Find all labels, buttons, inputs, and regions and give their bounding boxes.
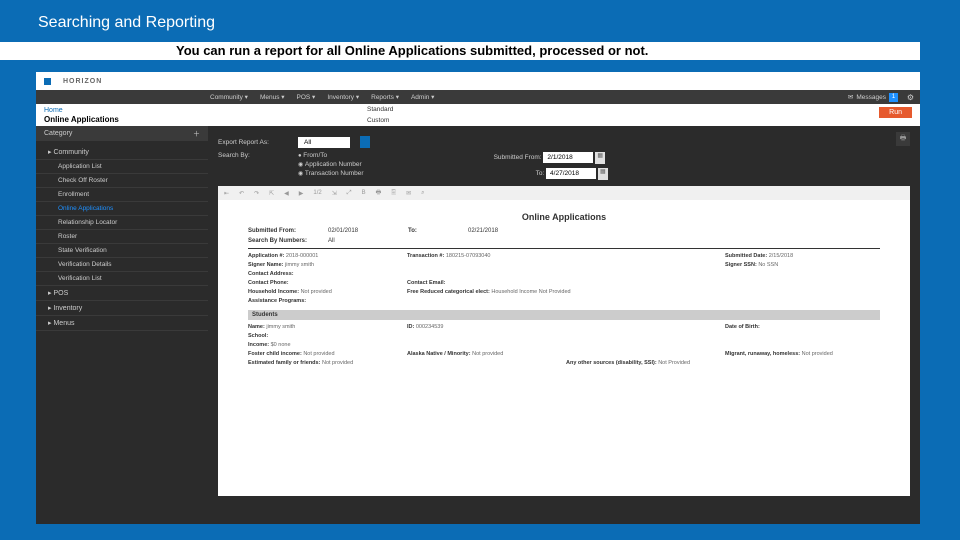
tb-search-icon[interactable]: ⌕ [421,190,424,197]
sidebar-item-menus[interactable]: ▸ Menus [36,316,208,331]
breadcrumb-home[interactable]: Home [44,107,63,114]
report-toolbar: ⇤ ↶ ↷ ⇱ ◀ ▶ 1/2 ⇲ ⤢ B 🖶 🖺 ✉ ⌕ [218,186,910,200]
tb-redo-icon[interactable]: ↷ [254,190,259,197]
tb-bold-icon[interactable]: B [362,190,366,196]
gear-icon[interactable]: ⚙ [907,93,914,102]
calendar-icon[interactable]: ▦ [595,152,605,164]
chevron-down-icon[interactable] [360,136,370,148]
main-menu: Community ▾ Menus ▾ POS ▾ Inventory ▾ Re… [36,90,920,104]
tb-begin-icon[interactable]: ⇱ [269,190,274,197]
breadcrumb-bar: Home Online Applications Run [36,104,920,126]
radio-trans-number[interactable]: Transaction Number [298,170,364,177]
radio-app-number[interactable]: Application Number [298,161,364,168]
export-select[interactable]: All [298,137,350,148]
tb-fullscreen-icon[interactable]: ⤢ [347,190,352,197]
content-pane: 🖶 Export Report As: All Search By: From/… [208,126,920,524]
tb-end-icon[interactable]: ⇲ [332,190,337,197]
sidebar-item-state-verification[interactable]: State Verification [36,244,208,258]
tb-print-icon[interactable]: 🖶 [376,188,382,198]
tb-first-icon[interactable]: ⇤ [224,190,229,197]
sidebar-item-online-applications[interactable]: Online Applications [36,202,208,216]
radio-from-to[interactable]: From/To [298,152,364,159]
menu-menus[interactable]: Menus ▾ [260,93,285,101]
brand-name: HORIZON [63,78,102,85]
report-title: Online Applications [248,212,880,222]
tb-save-icon[interactable]: 🖺 [391,188,396,198]
student-row: Name: jimmy smith ID: 000234539 Date of … [248,324,880,366]
brand-logo-icon [44,78,51,85]
to-label: To: [536,170,545,177]
search-by-label: Search By: [218,152,288,159]
brand-bar: HORIZON [36,72,920,90]
add-category-icon[interactable]: ＋ [193,129,200,139]
calendar-icon[interactable]: ▦ [598,168,608,180]
menu-admin[interactable]: Admin ▾ [411,93,435,101]
menu-community[interactable]: Community ▾ [210,93,248,101]
category-header: Category ＋ [36,126,208,141]
sidebar-item-verification-list[interactable]: Verification List [36,272,208,286]
report-body: Online Applications Submitted From: 02/0… [218,200,910,374]
print-report-icon[interactable]: 🖶 [896,132,910,146]
messages-link[interactable]: ✉ Messages 1 [848,93,898,102]
app-frame: HORIZON Community ▾ Menus ▾ POS ▾ Invent… [36,72,920,524]
sidebar-item-relationship-locator[interactable]: Relationship Locator [36,216,208,230]
tb-page-indicator: 1/2 [313,190,321,196]
export-label: Export Report As: [218,139,288,146]
sidebar-item-check-off-roster[interactable]: Check Off Roster [36,174,208,188]
sidebar: Category ＋ ▸ Community Application List … [36,126,208,524]
menu-inventory[interactable]: Inventory ▾ [327,93,359,101]
reports-dropdown: Standard Custom [364,104,400,126]
tb-mail-icon[interactable]: ✉ [406,190,411,197]
report-viewer: ⇤ ↶ ↷ ⇱ ◀ ▶ 1/2 ⇲ ⤢ B 🖶 🖺 ✉ ⌕ Online App [218,186,910,496]
sidebar-item-application-list[interactable]: Application List [36,160,208,174]
sidebar-item-enrollment[interactable]: Enrollment [36,188,208,202]
sidebar-tree: ▸ Community Application List Check Off R… [36,141,208,335]
menu-pos[interactable]: POS ▾ [297,93,316,101]
slide-title: Searching and Reporting [0,0,960,32]
sidebar-item-pos[interactable]: ▸ POS [36,286,208,301]
students-header: Students [248,310,880,320]
sidebar-item-roster[interactable]: Roster [36,230,208,244]
tb-next-icon[interactable]: ▶ [299,190,304,197]
search-by-radios: From/To Application Number Transaction N… [298,152,364,177]
menu-reports[interactable]: Reports ▾ [371,93,399,101]
tb-undo-icon[interactable]: ↶ [239,190,244,197]
mail-icon: ✉ [848,93,853,101]
run-button[interactable]: Run [879,107,912,118]
to-date-input[interactable]: 4/27/2018 [546,168,596,179]
from-label: Submitted From: [494,154,542,161]
from-date-input[interactable]: 2/1/2018 [543,152,593,163]
sidebar-item-verification-details[interactable]: Verification Details [36,258,208,272]
workspace: Category ＋ ▸ Community Application List … [36,126,920,524]
record-row: Application #: 2018-000001 Transaction #… [248,253,880,304]
sidebar-item-inventory[interactable]: ▸ Inventory [36,301,208,316]
dropdown-custom[interactable]: Custom [364,115,400,126]
dropdown-standard[interactable]: Standard [364,104,400,115]
tb-prev-icon[interactable]: ◀ [284,190,289,197]
slide-subtitle: You can run a report for all Online Appl… [0,42,920,60]
sidebar-item-community[interactable]: ▸ Community [36,145,208,160]
messages-badge: 1 [889,93,898,102]
page-title: Online Applications [44,115,912,124]
